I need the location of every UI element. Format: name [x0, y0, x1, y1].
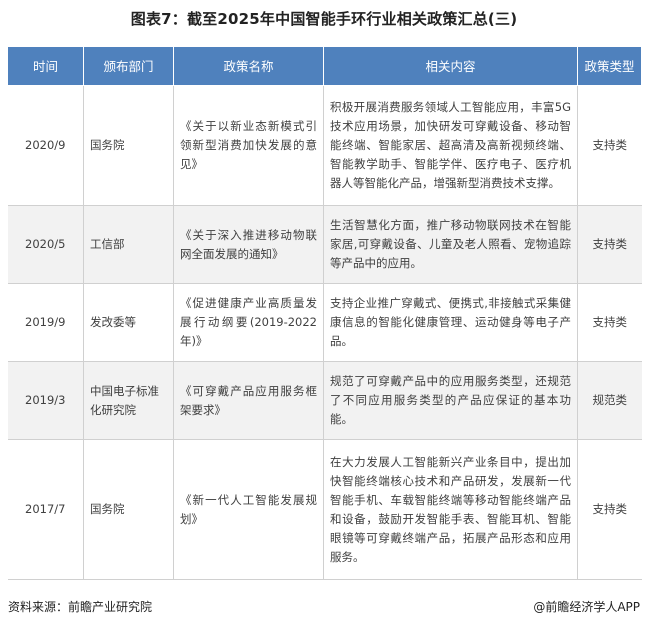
- cell-dept: 国务院: [83, 85, 174, 206]
- table-header-row: 时间 颁布部门 政策名称 相关内容 政策类型: [7, 46, 642, 86]
- table-title: 图表7：截至2025年中国智能手环行业相关政策汇总(三): [130, 10, 518, 28]
- cell-policy-name: 《可穿戴产品应用服务框架要求》: [173, 361, 324, 440]
- table-row: 2017/7 国务院 《新一代人工智能发展规划》 在大力发展人工智能新兴产业条目…: [7, 439, 642, 580]
- cell-policy-name: 《关于深入推进移动物联网全面发展的通知》: [173, 205, 324, 284]
- brand-text: @前瞻经济学人APP: [533, 600, 640, 614]
- table-row: 2020/9 国务院 《关于以新业态新模式引领新型消费加快发展的意见》 积极开展…: [7, 85, 642, 206]
- cell-content: 支持企业推广穿戴式、便携式,非接触式采集健康信息的智能化健康管理、运动健身等电子…: [323, 283, 578, 362]
- cell-dept: 工信部: [83, 205, 174, 284]
- cell-policy-type: 支持类: [577, 283, 642, 362]
- cell-content: 生活智慧化方面，推广移动物联网技术在智能家居,可穿戴设备、儿童及老人照看、宠物追…: [323, 205, 578, 284]
- cell-time: 2020/5: [7, 205, 84, 284]
- brand-credit: @前瞻经济学人APP: [533, 598, 640, 615]
- cell-dept: 发改委等: [83, 283, 174, 362]
- cell-policy-name: 《新一代人工智能发展规划》: [173, 439, 324, 580]
- header-content: 相关内容: [323, 46, 578, 86]
- policy-table: 时间 颁布部门 政策名称 相关内容 政策类型 2020/9 国务院 《关于以新业…: [7, 46, 642, 580]
- source-note: 资料来源：前瞻产业研究院: [8, 600, 153, 614]
- cell-dept: 中国电子标准化研究院: [83, 361, 174, 440]
- cell-content: 积极开展消费服务领域人工智能应用，丰富5G技术应用场景，加快研发可穿戴设备、移动…: [323, 85, 578, 206]
- cell-time: 2020/9: [7, 85, 84, 206]
- cell-policy-type: 支持类: [577, 205, 642, 284]
- cell-policy-name: 《关于以新业态新模式引领新型消费加快发展的意见》: [173, 85, 324, 206]
- cell-time: 2017/7: [7, 439, 84, 580]
- header-time: 时间: [7, 46, 84, 86]
- cell-policy-type: 支持类: [577, 85, 642, 206]
- header-policy-name: 政策名称: [173, 46, 324, 86]
- cell-content: 规范了可穿戴产品中的应用服务类型，还规范了不同应用服务类型的产品应保证的基本功能…: [323, 361, 578, 440]
- cell-policy-name: 《促进健康产业高质量发展行动纲要(2019-2022年)》: [173, 283, 324, 362]
- cell-time: 2019/9: [7, 283, 84, 362]
- table-row: 2019/3 中国电子标准化研究院 《可穿戴产品应用服务框架要求》 规范了可穿戴…: [7, 361, 642, 440]
- header-policy-type: 政策类型: [577, 46, 642, 86]
- cell-policy-type: 规范类: [577, 361, 642, 440]
- cell-dept: 国务院: [83, 439, 174, 580]
- cell-content: 在大力发展人工智能新兴产业条目中，提出加快智能终端核心技术和产品研发，发展新一代…: [323, 439, 578, 580]
- header-dept: 颁布部门: [83, 46, 174, 86]
- table-row: 2019/9 发改委等 《促进健康产业高质量发展行动纲要(2019-2022年)…: [7, 283, 642, 362]
- cell-policy-type: 支持类: [577, 439, 642, 580]
- table-row: 2020/5 工信部 《关于深入推进移动物联网全面发展的通知》 生活智慧化方面，…: [7, 205, 642, 284]
- cell-time: 2019/3: [7, 361, 84, 440]
